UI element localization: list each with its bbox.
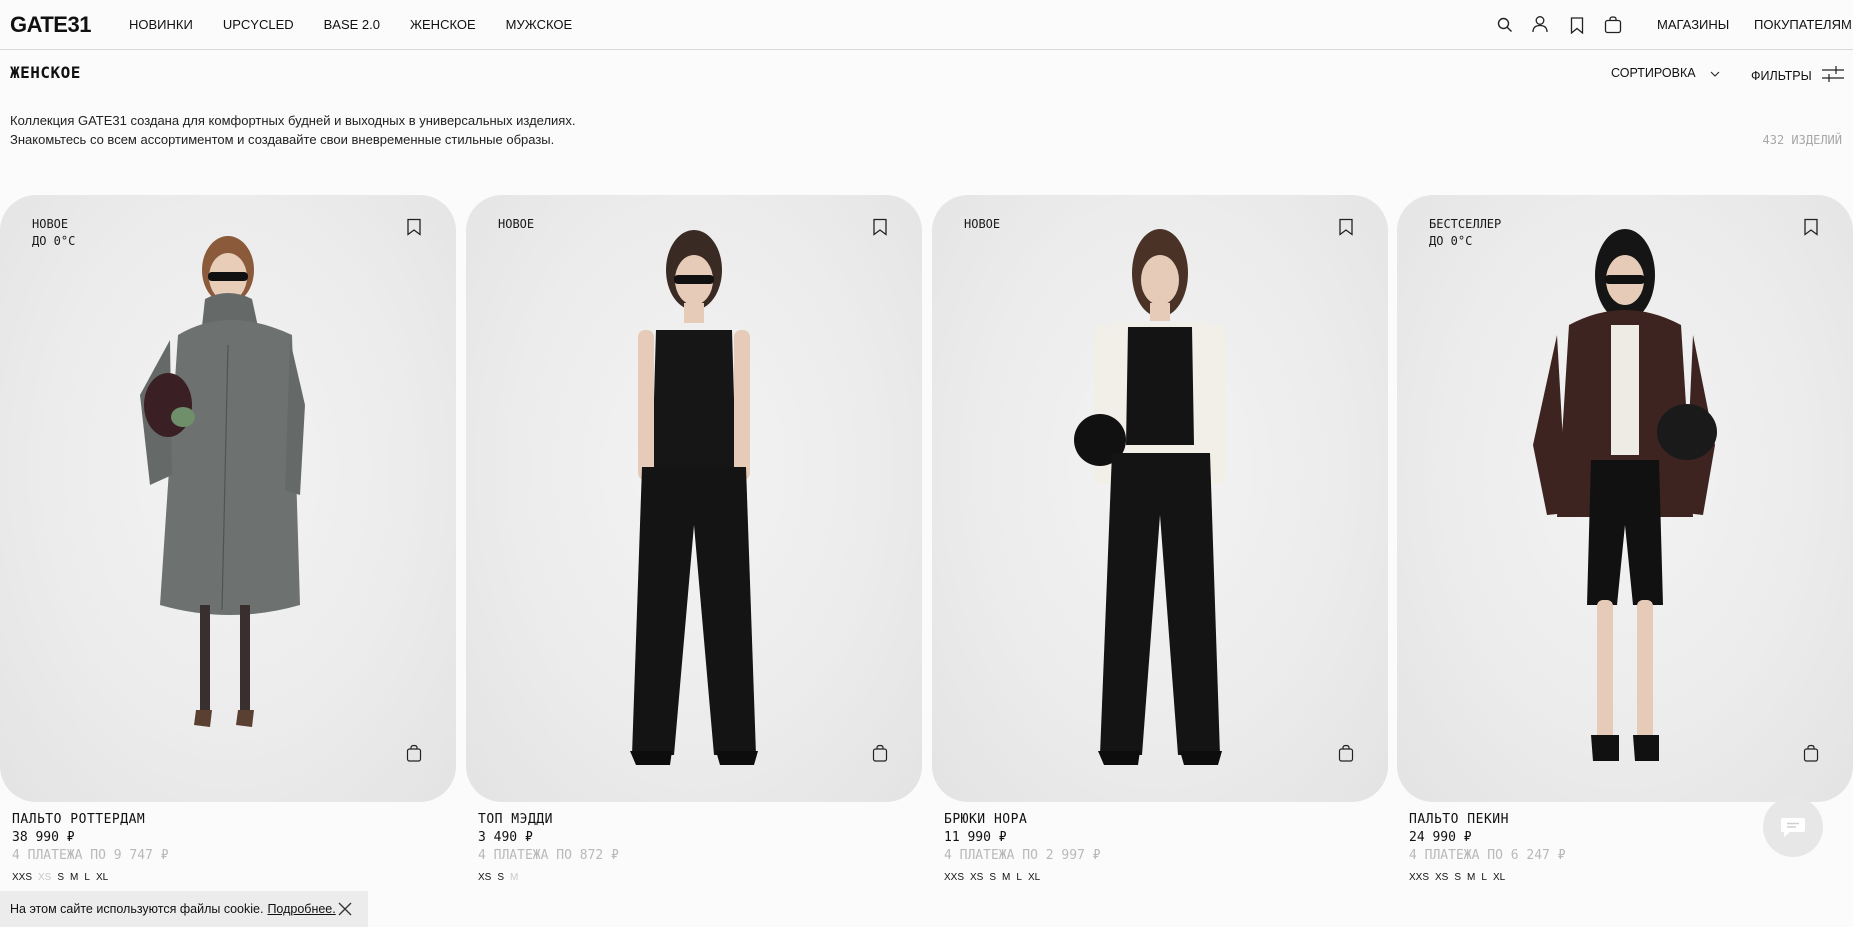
product-badges: НОВОЕ — [498, 216, 534, 233]
product-card[interactable]: НОВОЕ БРЮКИ НОРА 11 990 ₽ 4 ПЛАТЕЖА ПО 2… — [932, 195, 1388, 883]
product-price: 38 990 ₽ — [12, 830, 75, 845]
size-list: XXS XS S M L XL — [1409, 872, 1853, 883]
size-option[interactable]: L — [84, 872, 90, 883]
bookmark-icon[interactable] — [1338, 218, 1354, 236]
model-photo — [630, 230, 758, 765]
product-price: 3 490 ₽ — [478, 830, 533, 845]
size-list: XXS XS S M L XL — [12, 872, 456, 883]
logo[interactable]: GATE31 — [10, 12, 91, 38]
size-option[interactable]: S — [989, 872, 996, 883]
badge-new: НОВОЕ — [498, 217, 535, 231]
collection-description: Коллекция GATE31 создана для комфортных … — [10, 111, 575, 149]
size-option[interactable]: S — [57, 872, 64, 883]
product-image[interactable]: БЕСТСЕЛЛЕР ДО 0°С — [1397, 195, 1853, 802]
size-option[interactable]: XXS — [1409, 872, 1429, 883]
badge-bestseller: БЕСТСЕЛЛЕР — [1429, 217, 1502, 231]
product-name[interactable]: БРЮКИ НОРА — [944, 812, 1388, 827]
size-option[interactable]: XXS — [12, 872, 32, 883]
sort-label: СОРТИРОВКА — [1611, 66, 1696, 80]
filters-label: ФИЛЬТРЫ — [1751, 68, 1812, 83]
size-option[interactable]: S — [497, 872, 504, 883]
chat-icon[interactable] — [1763, 797, 1823, 857]
stores-link[interactable]: МАГАЗИНЫ — [1657, 17, 1729, 32]
badge-new: НОВОЕ — [32, 217, 69, 231]
size-option[interactable]: XL — [1028, 872, 1040, 883]
product-name[interactable]: ТОП МЭДДИ — [478, 812, 922, 827]
main-nav: НОВИНКИ UPCYCLED BASE 2.0 ЖЕНСКОЕ МУЖСКО… — [129, 17, 602, 32]
product-image[interactable]: НОВОЕ ДО 0°С — [0, 195, 456, 802]
description-line: Знакомьтесь со всем ассортиментом и созд… — [10, 132, 555, 147]
bookmark-icon[interactable] — [406, 218, 422, 236]
size-option[interactable]: XS — [1435, 872, 1448, 883]
product-name[interactable]: ПАЛЬТО РОТТЕРДАМ — [12, 812, 456, 827]
product-image[interactable]: НОВОЕ — [466, 195, 922, 802]
product-card[interactable]: НОВОЕ ТОП МЭДДИ 3 490 ₽ 4 ПЛАТЕЖА ПО 872… — [466, 195, 922, 883]
size-option[interactable]: XS — [478, 872, 491, 883]
nav-item-base[interactable]: BASE 2.0 — [324, 17, 380, 32]
nav-item-men[interactable]: МУЖСКОЕ — [506, 17, 573, 32]
product-image[interactable]: НОВОЕ — [932, 195, 1388, 802]
badge-temperature: ДО 0°С — [1429, 234, 1473, 248]
sort-dropdown[interactable]: СОРТИРОВКА — [1611, 66, 1720, 80]
add-to-bag-icon[interactable] — [1803, 744, 1819, 762]
bookmark-icon[interactable] — [1566, 14, 1588, 36]
size-list: XS S M — [478, 872, 922, 883]
description-line: Коллекция GATE31 создана для комфортных … — [10, 113, 576, 128]
size-option[interactable]: M — [70, 872, 78, 883]
product-installment: 4 ПЛАТЕЖА ПО 9 747 ₽ — [12, 848, 169, 863]
chevron-down-icon — [1710, 66, 1720, 80]
add-to-bag-icon[interactable] — [872, 744, 888, 762]
model-photo — [140, 236, 305, 727]
size-option[interactable]: XL — [96, 872, 108, 883]
product-installment: 4 ПЛАТЕЖА ПО 2 997 ₽ — [944, 848, 1101, 863]
cookie-more-link[interactable]: Подробнее. — [267, 902, 335, 916]
size-option[interactable]: XS — [38, 872, 51, 883]
bookmark-icon[interactable] — [1803, 218, 1819, 236]
size-option[interactable]: XS — [970, 872, 983, 883]
product-price: 11 990 ₽ — [944, 830, 1007, 845]
size-option[interactable]: M — [1002, 872, 1010, 883]
product-badges: НОВОЕ — [964, 216, 1000, 233]
size-option[interactable]: L — [1016, 872, 1022, 883]
product-count: 432 ИЗДЕЛИЙ — [1762, 133, 1842, 147]
badge-temperature: ДО 0°С — [32, 234, 76, 248]
size-option[interactable]: XXS — [944, 872, 964, 883]
size-option[interactable]: S — [1454, 872, 1461, 883]
filters-button[interactable]: ФИЛЬТРЫ — [1751, 66, 1844, 85]
size-option[interactable]: M — [510, 872, 518, 883]
bag-icon[interactable] — [1602, 14, 1624, 36]
site-header: GATE31 НОВИНКИ UPCYCLED BASE 2.0 ЖЕНСКОЕ… — [0, 0, 1853, 50]
close-icon[interactable] — [337, 901, 353, 917]
badge-new: НОВОЕ — [964, 217, 1001, 231]
product-badges: БЕСТСЕЛЛЕР ДО 0°С — [1429, 216, 1501, 250]
bookmark-icon[interactable] — [872, 218, 888, 236]
size-option[interactable]: M — [1467, 872, 1475, 883]
size-list: XXS XS S M L XL — [944, 872, 1388, 883]
buyers-link[interactable]: ПОКУПАТЕЛЯМ — [1754, 17, 1852, 32]
nav-item-women[interactable]: ЖЕНСКОЕ — [410, 17, 476, 32]
model-photo — [1533, 229, 1717, 761]
page-title: ЖЕНСКОЕ — [10, 63, 81, 82]
cookie-banner: На этом сайте используются файлы cookie.… — [0, 891, 368, 927]
product-card[interactable]: НОВОЕ ДО 0°С ПАЛЬТО РОТТЕРДАМ 38 990 ₽ 4… — [0, 195, 456, 883]
search-icon[interactable] — [1494, 14, 1516, 36]
size-option[interactable]: XL — [1493, 872, 1505, 883]
add-to-bag-icon[interactable] — [1338, 744, 1354, 762]
product-card[interactable]: БЕСТСЕЛЛЕР ДО 0°С ПАЛЬТО ПЕКИН 24 990 ₽ … — [1397, 195, 1853, 883]
product-badges: НОВОЕ ДО 0°С — [32, 216, 75, 250]
nav-item-new[interactable]: НОВИНКИ — [129, 17, 193, 32]
account-icon[interactable] — [1529, 13, 1551, 35]
model-photo — [1074, 229, 1226, 765]
size-option[interactable]: L — [1481, 872, 1487, 883]
sliders-icon — [1821, 66, 1844, 85]
add-to-bag-icon[interactable] — [406, 744, 422, 762]
cookie-text: На этом сайте используются файлы cookie. — [10, 902, 264, 916]
nav-item-upcycled[interactable]: UPCYCLED — [223, 17, 294, 32]
product-installment: 4 ПЛАТЕЖА ПО 872 ₽ — [478, 848, 619, 863]
